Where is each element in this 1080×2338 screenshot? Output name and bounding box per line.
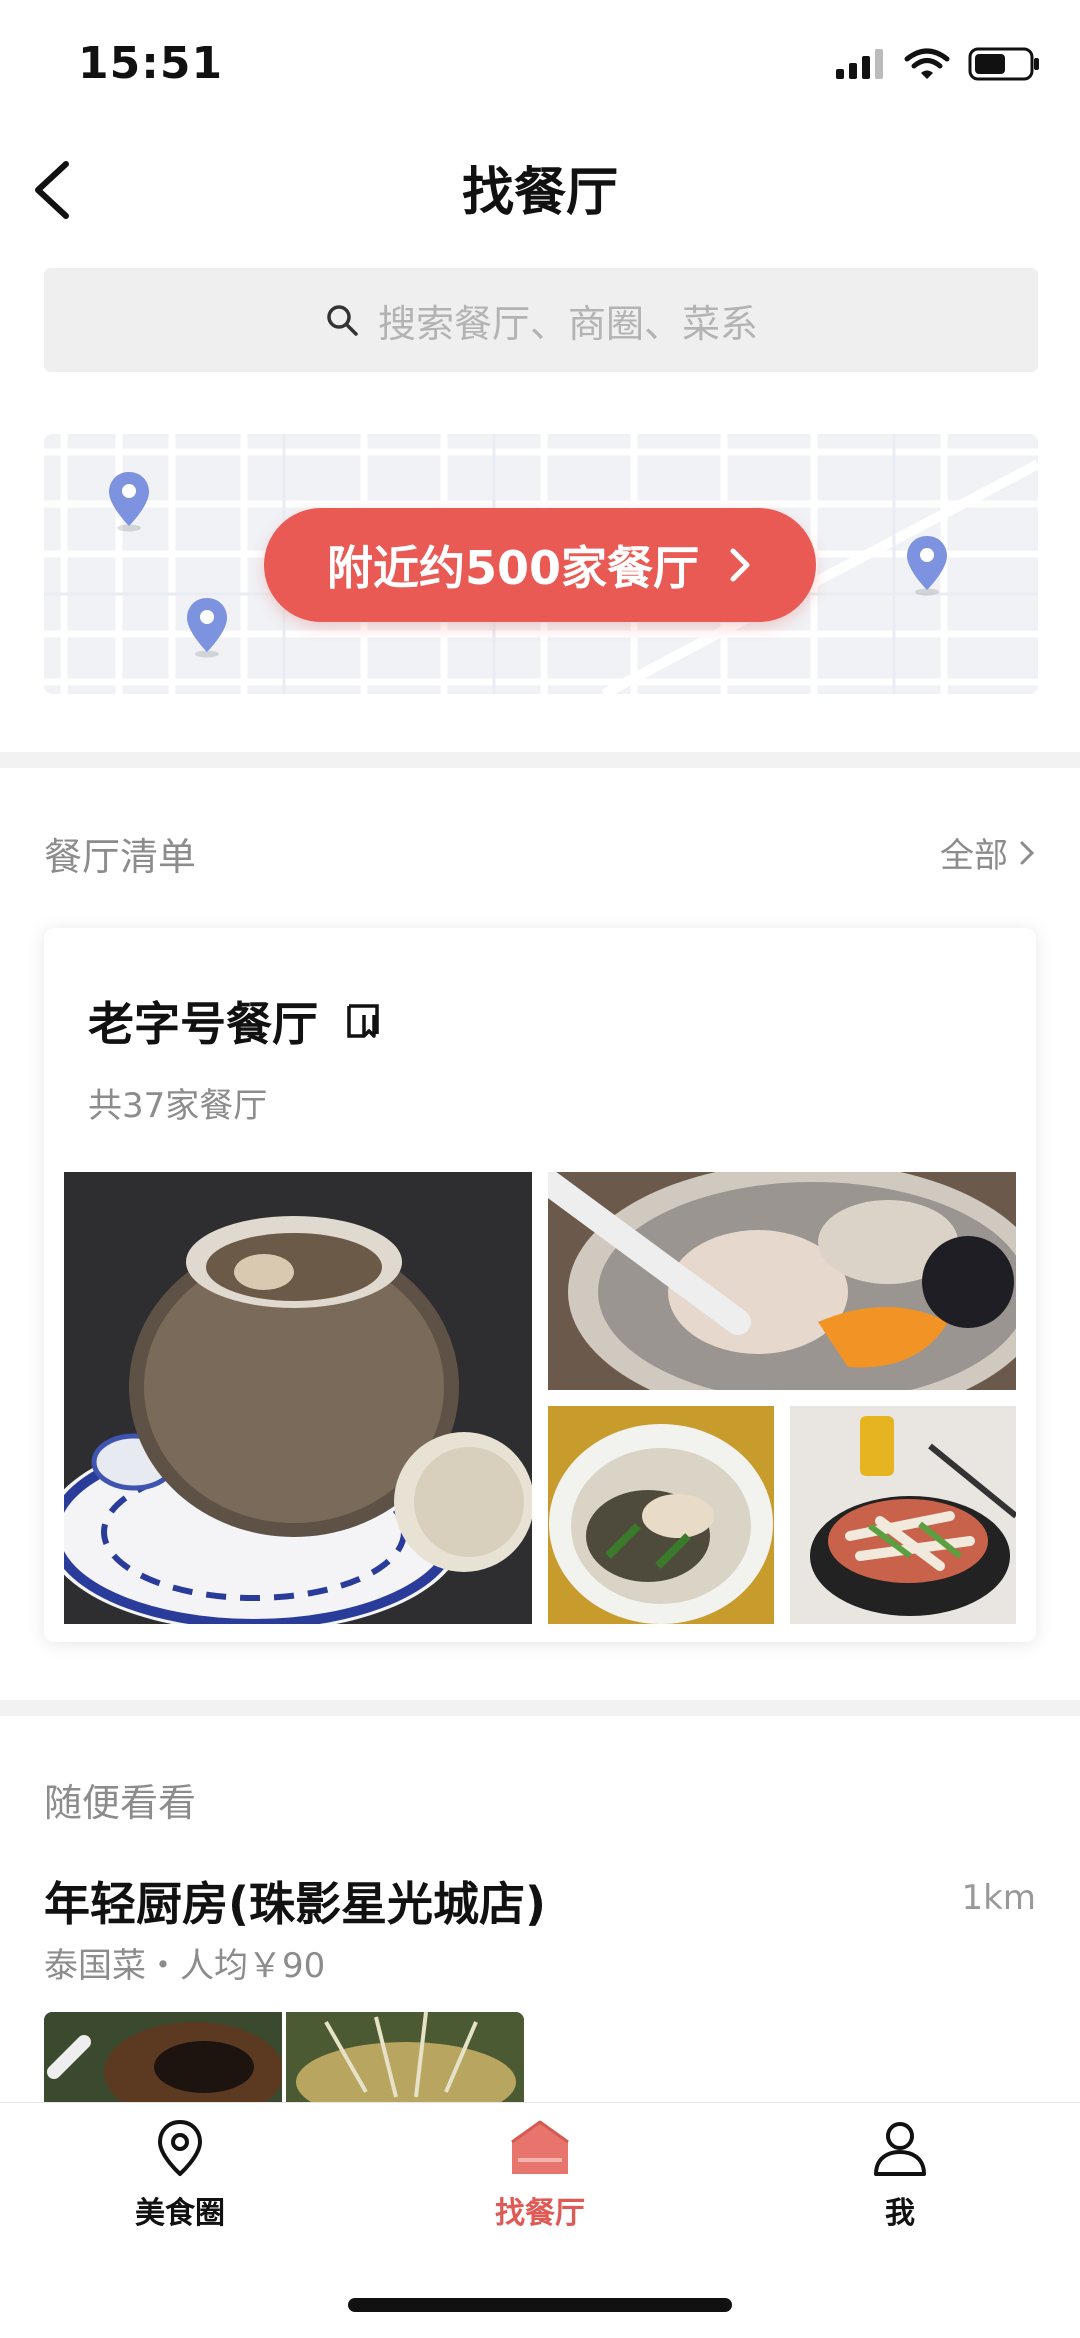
view-all-link[interactable]: 全部 <box>940 828 1036 877</box>
tab-me[interactable]: 我 <box>800 2118 1000 2232</box>
section-divider <box>0 1700 1080 1716</box>
bookmark-list-icon <box>347 1004 379 1038</box>
restaurant-name[interactable]: 年轻厨房(珠影星光城店) <box>44 1868 546 1934</box>
chevron-right-icon <box>730 548 750 582</box>
battery-icon <box>968 47 1039 81</box>
nearby-label: 附近约500家餐厅 <box>326 541 700 595</box>
list-card-count: 共37家餐厅 <box>88 1086 268 1126</box>
browse-section-title: 随便看看 <box>44 1781 197 1825</box>
wifi-icon <box>904 48 950 79</box>
restaurant-meta: 泰国菜・人均￥90 <box>44 1946 326 1986</box>
map-pin-icon <box>187 598 227 658</box>
tab-label: 找餐厅 <box>495 2196 585 2231</box>
restaurant-photo[interactable] <box>286 2012 524 2102</box>
nearby-restaurants-button[interactable]: 附近约500家餐厅 <box>264 508 816 622</box>
location-pin-icon <box>158 2120 202 2176</box>
chevron-right-icon <box>1020 841 1035 864</box>
section-divider <box>0 752 1080 768</box>
food-image-bowl-soup <box>548 1172 1016 1390</box>
restaurant-distance: 1km <box>961 1878 1036 1918</box>
search-placeholder: 搜索餐厅、商圈、菜系 <box>377 301 758 346</box>
tab-food-circle[interactable]: 美食圈 <box>80 2118 280 2232</box>
map-pin-icon <box>907 536 947 596</box>
page-title: 找餐厅 <box>461 163 618 223</box>
list-card-title-row: 老字号餐厅 <box>88 988 384 1054</box>
search-bar[interactable]: 搜索餐厅、商圈、菜系 <box>44 268 1038 372</box>
map-pin-icon <box>109 472 149 532</box>
view-all-label: 全部 <box>940 836 1008 876</box>
tab-label: 我 <box>885 2196 915 2231</box>
food-image-porridge <box>548 1406 774 1624</box>
home-indicator[interactable] <box>348 2298 732 2312</box>
food-image-stir-fry <box>790 1406 1016 1624</box>
app-screen: 15:51 找餐厅 搜索餐厅、商圈、菜系 附近约500家餐厅 餐厅清单 全部 老… <box>0 0 1080 2338</box>
person-icon <box>874 2122 926 2176</box>
status-time: 15:51 <box>78 38 224 89</box>
signal-icon <box>836 49 883 79</box>
list-card-title: 老字号餐厅 <box>88 997 318 1051</box>
food-image-coconut-soup <box>64 1172 532 1624</box>
tab-label: 美食圈 <box>135 2196 225 2231</box>
restaurant-photo[interactable] <box>44 2012 282 2102</box>
status-icons <box>834 46 1040 82</box>
tab-find-restaurant[interactable]: 找餐厅 <box>440 2118 640 2232</box>
search-icon <box>327 305 358 336</box>
list-section-title: 餐厅清单 <box>44 835 197 879</box>
house-icon <box>511 2120 569 2174</box>
